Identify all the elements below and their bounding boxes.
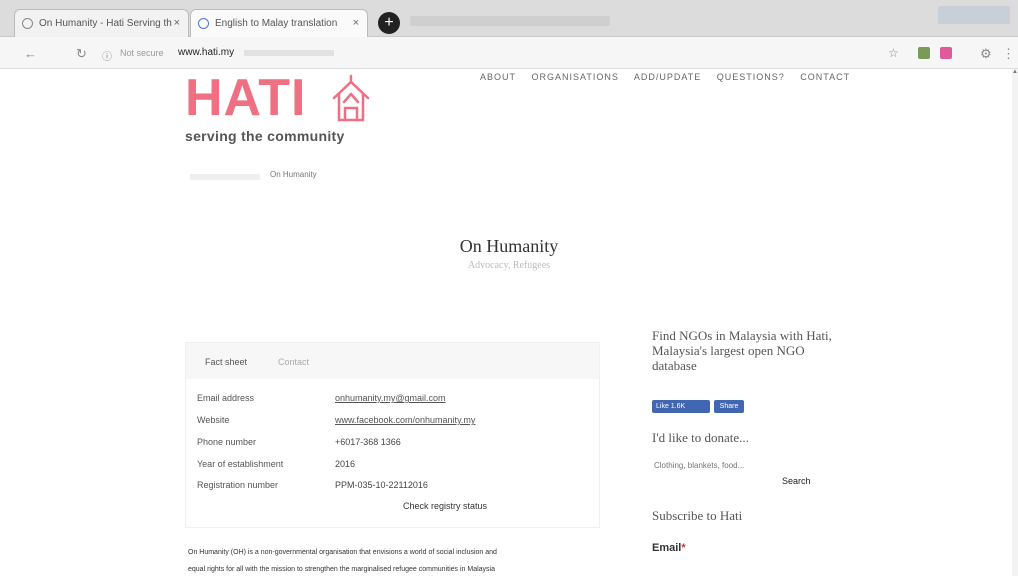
website-link[interactable]: www.facebook.com/onhumanity.my	[335, 415, 475, 425]
breadcrumb-home[interactable]	[190, 174, 260, 180]
back-arrow-icon[interactable]: ←	[24, 46, 37, 61]
reload-icon[interactable]: ↻	[76, 46, 87, 62]
scroll-up-arrow-icon[interactable]: ▲	[1012, 69, 1018, 75]
org-details-panel: Fact sheet Contact Email address onhuman…	[185, 342, 600, 528]
window-controls[interactable]	[938, 6, 1010, 24]
page-favicon-icon	[22, 18, 33, 29]
browser-tab-bar: On Humanity - Hati Serving th × English …	[0, 0, 1018, 37]
breadcrumb[interactable]: On Humanity	[270, 170, 317, 179]
nav-item-add-update[interactable]: ADD/UPDATE	[634, 72, 701, 82]
page-scrollbar[interactable]	[1012, 69, 1018, 576]
info-label: Phone number	[197, 437, 257, 447]
email-link[interactable]: onhumanity.my@gmail.com	[335, 393, 446, 403]
extension-icon[interactable]	[940, 47, 952, 59]
email-label-text: Email	[652, 542, 682, 554]
details-tabs: Fact sheet Contact	[186, 343, 599, 379]
phone-value: +6017-368 1366	[335, 437, 401, 447]
menu-icon[interactable]: ⋮	[1002, 46, 1015, 62]
nav-item-contact[interactable]: CONTACT	[800, 72, 850, 82]
logo-text: HATI	[185, 69, 307, 127]
tab-fact-sheet[interactable]: Fact sheet	[205, 357, 247, 367]
like-label: Like 1.6K	[656, 403, 686, 410]
sidebar-heading: Find NGOs in Malaysia with Hati, Malaysi…	[652, 328, 832, 373]
main-nav: ABOUT ORGANISATIONS ADD/UPDATE QUESTIONS…	[480, 72, 862, 82]
tab-strip-blur	[410, 16, 610, 26]
info-label: Website	[197, 415, 230, 425]
security-indicator[interactable]: Not secure	[120, 48, 164, 58]
search-button[interactable]: Search	[782, 476, 811, 486]
org-description: On Humanity (OH) is a non-governmental o…	[188, 549, 497, 556]
star-icon[interactable]: ☆	[888, 46, 899, 60]
new-tab-button[interactable]: +	[378, 12, 400, 34]
required-marker: *	[681, 542, 686, 554]
org-description: equal rights for all with the mission to…	[188, 566, 495, 573]
page-categories[interactable]: Advocacy, Refugees	[0, 260, 1018, 271]
site-logo[interactable]: HATI	[185, 69, 370, 127]
browser-tab[interactable]: On Humanity - Hati Serving th ×	[14, 9, 189, 37]
info-label: Email address	[197, 393, 255, 403]
facebook-share-button[interactable]: Share	[714, 400, 744, 413]
close-icon[interactable]: ×	[174, 17, 180, 29]
url-path-blur	[244, 50, 334, 56]
nav-item-about[interactable]: ABOUT	[480, 72, 516, 82]
nav-item-questions[interactable]: QUESTIONS?	[717, 72, 785, 82]
tab-contact[interactable]: Contact	[278, 357, 309, 367]
registration-value: PPM-035-10-22112016	[335, 480, 428, 490]
close-icon[interactable]: ×	[353, 17, 359, 29]
url-field[interactable]: www.hati.my	[178, 47, 234, 58]
subscribe-heading: Subscribe to Hati	[652, 508, 743, 523]
year-value: 2016	[335, 459, 356, 469]
facebook-like-button[interactable]: Like 1.6K	[652, 400, 710, 413]
translate-favicon-icon	[198, 18, 209, 29]
donate-search-input[interactable]	[652, 458, 820, 472]
settings-icon[interactable]: ⚙	[980, 46, 992, 62]
email-field-label: Email*	[652, 542, 686, 554]
info-label: Year of establishment	[197, 459, 284, 469]
site-tagline: serving the community	[185, 128, 345, 144]
browser-tab-title: On Humanity - Hati Serving th	[39, 18, 172, 29]
browser-tab[interactable]: English to Malay translation ×	[190, 9, 368, 37]
donate-heading: I'd like to donate...	[652, 430, 749, 445]
check-registry-link[interactable]: Check registry status	[403, 501, 487, 511]
page-title: On Humanity	[459, 236, 559, 256]
browser-tab-title: English to Malay translation	[215, 18, 338, 29]
info-label: Registration number	[197, 480, 279, 490]
nav-item-organisations[interactable]: ORGANISATIONS	[532, 72, 619, 82]
extension-icon[interactable]	[918, 47, 930, 59]
house-logo-icon	[332, 74, 370, 122]
address-bar: ← ↻ ⓘ Not secure www.hati.my ☆ ⚙ ⋮	[0, 37, 1018, 69]
info-icon[interactable]: ⓘ	[102, 48, 112, 63]
